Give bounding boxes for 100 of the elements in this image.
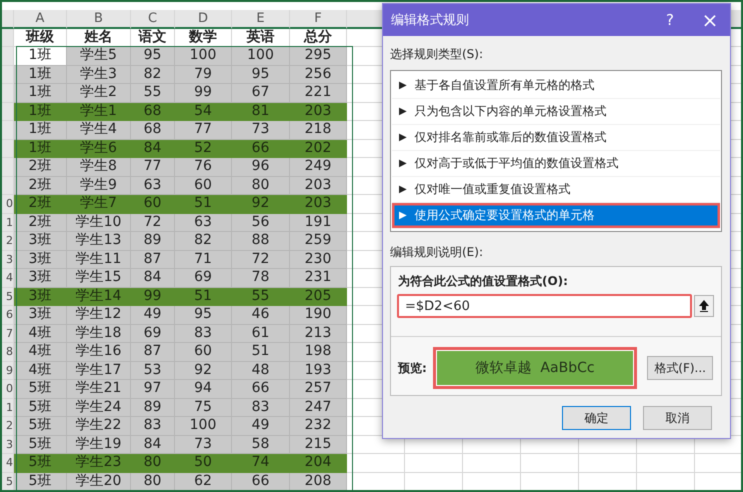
row-header[interactable]: 6	[2, 306, 14, 324]
table-cell: 72	[131, 214, 175, 232]
format-button[interactable]: 格式(F)...	[647, 356, 713, 380]
table-cell: 63	[131, 176, 175, 195]
table-cell: 1班	[14, 66, 67, 84]
table-cell: 3班	[14, 288, 67, 306]
table-cell: 50	[175, 454, 232, 472]
row-header[interactable]: 1	[2, 398, 14, 417]
close-button[interactable]: ×	[690, 8, 730, 32]
table-cell: 72	[232, 250, 290, 269]
table-cell: 76	[175, 158, 232, 176]
table-cell: 203	[290, 195, 347, 214]
table-cell: 92	[232, 195, 290, 214]
table-cell: 99	[175, 84, 232, 102]
table-cell: 67	[232, 84, 290, 102]
row-header[interactable]: 4	[2, 454, 14, 472]
table-cell: 3班	[14, 269, 67, 288]
window-title: 编辑格式规则	[391, 12, 470, 29]
table-cell: 46	[232, 306, 290, 324]
table-cell: 学生2	[67, 84, 131, 102]
table-cell: 48	[232, 362, 290, 380]
row-header[interactable]: 8	[2, 343, 14, 362]
table-cell: 100	[175, 417, 232, 436]
collapse-button[interactable]	[694, 295, 714, 317]
table-cell: 5班	[14, 454, 67, 472]
empty-cell	[521, 454, 579, 472]
table-cell: 学生23	[67, 454, 131, 472]
table-cell: 3班	[14, 232, 67, 250]
help-button[interactable]: ?	[650, 11, 690, 29]
table-cell: 97	[131, 380, 175, 398]
rule-type-item[interactable]: ▶ 基于各自值设置所有单元格的格式	[392, 73, 720, 99]
table-cell: 232	[290, 417, 347, 436]
rule-type-item[interactable]: ▶ 仅对排名靠前或靠后的数值设置格式	[392, 125, 720, 151]
row-header[interactable]: 7	[2, 324, 14, 343]
row-header[interactable]: 3	[2, 250, 14, 269]
table-cell: 71	[175, 250, 232, 269]
table-cell: 学生15	[67, 269, 131, 288]
ok-button[interactable]: 确定	[562, 406, 631, 430]
table-cell: 5班	[14, 417, 67, 436]
rule-type-item[interactable]: ▶ 使用公式确定要设置格式的单元格	[392, 203, 720, 229]
formula-field[interactable]: =$D2<60	[397, 294, 692, 318]
table-cell: 94	[175, 380, 232, 398]
row-header[interactable]: 5	[2, 472, 14, 490]
empty-cell	[579, 454, 637, 472]
column-header[interactable]: D	[175, 10, 232, 28]
column-header[interactable]: E	[232, 10, 290, 28]
row-header[interactable]: 3	[2, 436, 14, 454]
row-header[interactable]: 4	[2, 269, 14, 288]
table-cell: 55	[232, 288, 290, 306]
table-cell: 84	[131, 269, 175, 288]
table-cell: 2班	[14, 158, 67, 176]
table-cell: 学生11	[67, 250, 131, 269]
table-cell: 218	[290, 121, 347, 140]
table-cell: 学生6	[67, 140, 131, 158]
table-cell: 51	[175, 195, 232, 214]
table-cell: 73	[232, 121, 290, 140]
table-cell: 53	[131, 362, 175, 380]
up-arrow-icon	[699, 300, 709, 312]
table-cell: 60	[175, 343, 232, 362]
table-cell: 77	[131, 158, 175, 176]
row-header[interactable]: 0	[2, 195, 14, 214]
table-cell: 221	[290, 84, 347, 102]
select-all-corner[interactable]	[2, 10, 14, 28]
table-cell: 学生10	[67, 214, 131, 232]
empty-cell	[463, 454, 521, 472]
table-cell: 190	[290, 306, 347, 324]
table-cell: 191	[290, 214, 347, 232]
column-header[interactable]: B	[67, 10, 131, 28]
description-label: 编辑规则说明(E):	[390, 244, 484, 261]
table-cell: 学生19	[67, 436, 131, 454]
table-cell: 4班	[14, 343, 67, 362]
row-header[interactable]: 2	[2, 232, 14, 250]
column-header[interactable]: F	[290, 10, 347, 28]
table-cell: 83	[175, 324, 232, 343]
table-cell: 学生22	[67, 417, 131, 436]
table-cell: 56	[232, 214, 290, 232]
table-cell: 学生14	[67, 288, 131, 306]
table-cell: 5班	[14, 380, 67, 398]
table-cell: 87	[131, 343, 175, 362]
row-header[interactable]: 9	[2, 362, 14, 380]
row-header[interactable]: 1	[2, 214, 14, 232]
table-cell: 203	[290, 102, 347, 121]
table-cell: 203	[290, 176, 347, 195]
column-header[interactable]: C	[131, 10, 175, 28]
table-cell: 1班	[14, 47, 67, 66]
table-cell: 学生20	[67, 472, 131, 490]
rule-type-label: 选择规则类型(S):	[390, 46, 484, 63]
table-cell: 49	[232, 417, 290, 436]
table-cell: 学生5	[67, 47, 131, 66]
table-cell: 198	[290, 343, 347, 362]
row-header[interactable]: 0	[2, 380, 14, 398]
row-header[interactable]: 2	[2, 417, 14, 436]
row-header[interactable]: 5	[2, 288, 14, 306]
column-header[interactable]: A	[14, 10, 67, 28]
cancel-button[interactable]: 取消	[643, 406, 712, 430]
table-cell: 80	[232, 176, 290, 195]
table-cell: 68	[131, 121, 175, 140]
rule-type-item[interactable]: ▶ 仅对高于或低于平均值的数值设置格式	[392, 151, 720, 177]
row-header[interactable]	[2, 28, 14, 47]
rule-type-item[interactable]: ▶ 只为包含以下内容的单元格设置格式	[392, 99, 720, 125]
